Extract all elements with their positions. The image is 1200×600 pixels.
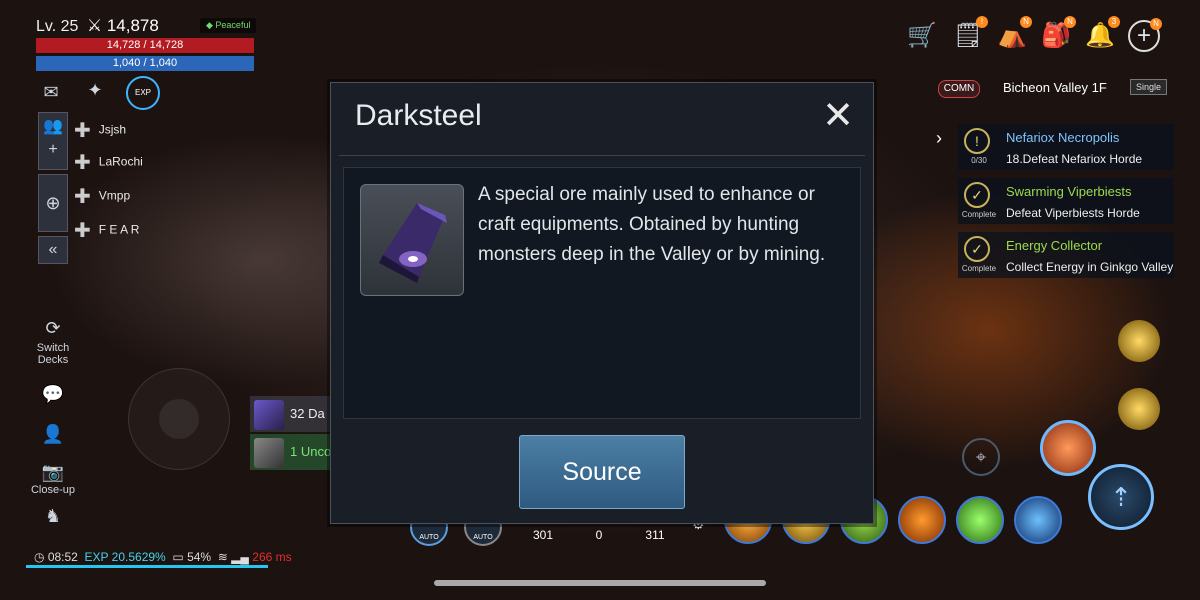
party-search-button[interactable]: ⊕: [38, 174, 68, 232]
camera-icon[interactable]: 📷: [40, 462, 66, 484]
mode-badge: Single: [1130, 79, 1168, 95]
quest-complete-icon: ✓: [964, 182, 990, 208]
item-info-dialog: Darksteel ✕ A special ore mainly used to…: [330, 82, 874, 524]
switch-decks-label: Switch Decks: [36, 342, 70, 366]
quest-expand-icon[interactable]: ›: [936, 128, 942, 149]
party-button[interactable]: 👥 +: [38, 112, 68, 170]
divider: [339, 155, 865, 156]
special-skill-button[interactable]: [1040, 420, 1096, 476]
item-detail-panel: A special ore mainly used to enhance or …: [343, 167, 861, 419]
exp-percent: EXP 20.5629%: [84, 550, 166, 564]
notification-badge: N: [1150, 18, 1162, 30]
character-icon[interactable]: 👤: [40, 424, 66, 446]
quest-desc: Defeat Viperbiests Horde: [1006, 206, 1140, 220]
hp-bar: 14,728 / 14,728: [36, 38, 254, 53]
darksteel-item-icon: [360, 184, 464, 296]
exp-bar: [26, 565, 268, 568]
party-member-3[interactable]: ✚ Vmpp: [74, 184, 130, 209]
target-lock-icon[interactable]: ⌖: [962, 438, 1000, 476]
guild-icon[interactable]: ⛺ N: [996, 16, 1032, 52]
item-description: A special ore mainly used to enhance or …: [478, 184, 826, 265]
cart-icon[interactable]: 🛒: [906, 20, 938, 52]
time: 08:52: [47, 550, 78, 564]
channel-badge[interactable]: COMN: [938, 80, 980, 98]
switch-decks-icon[interactable]: ⟳: [40, 318, 66, 340]
clock-icon: ◷: [34, 550, 45, 564]
quest-status: Complete: [961, 210, 997, 219]
loot-notice: 32 Da: [250, 396, 332, 432]
mail-icon[interactable]: ✉: [38, 82, 64, 104]
item-thumb-icon: [254, 437, 284, 468]
notification-badge: N: [1020, 16, 1032, 28]
skill-slot[interactable]: [1118, 320, 1160, 362]
party-icon: 👥: [43, 118, 63, 135]
wifi-icon: ≋: [217, 550, 228, 564]
skill-slot[interactable]: [898, 496, 946, 544]
joystick-knob[interactable]: [159, 399, 199, 439]
hp-potion-count: 301: [532, 528, 554, 542]
bell-icon[interactable]: 🔔 3: [1084, 16, 1120, 52]
quest-item[interactable]: ✓ Complete Energy Collector Collect Ener…: [958, 232, 1174, 278]
quest-scroll-icon[interactable]: 🗒!: [952, 16, 988, 52]
dialog-title: Darksteel: [355, 99, 482, 132]
signal-icon: ▂▄: [231, 550, 249, 564]
close-up-label: Close-up: [30, 484, 76, 496]
skill-slot[interactable]: [1118, 388, 1160, 430]
skill-slot[interactable]: [1014, 496, 1062, 544]
quest-status: 0/30: [971, 156, 987, 165]
location-name: Bicheon Valley 1F: [1003, 80, 1107, 95]
chat-icon[interactable]: 💬: [40, 384, 66, 406]
notification-badge: N: [1064, 16, 1076, 28]
emote-icon[interactable]: ✦: [82, 80, 108, 102]
party-member-2[interactable]: ✚ LaRochi: [74, 150, 143, 175]
darksteel-thumb-icon: [254, 399, 284, 430]
skill-slot[interactable]: [956, 496, 1004, 544]
notification-badge: 3: [1108, 16, 1120, 28]
quest-desc: Collect Energy in Ginkgo Valley: [1006, 260, 1174, 274]
quest-item[interactable]: ! 0/30 Nefariox Necropolis 18.Defeat Nef…: [958, 124, 1174, 170]
ping: 266 ms: [252, 550, 292, 564]
mp-potion-count: 311: [645, 528, 665, 542]
joystick[interactable]: [128, 368, 230, 470]
quest-item[interactable]: ✓ Complete Swarming Viperbiests Defeat V…: [958, 178, 1174, 224]
status-bar: ◷ 08:52 EXP 20.5629% ▭ 54% ≋ ▂▄ 266 ms: [34, 550, 292, 564]
player-level: Lv. 25 ⚔ 14,878: [36, 16, 159, 35]
exp-boost-icon[interactable]: EXP: [126, 76, 160, 110]
collapse-party-button[interactable]: «: [38, 236, 68, 264]
mp-bar: 1,040 / 1,040: [36, 56, 254, 71]
quest-complete-icon: ✓: [964, 236, 990, 262]
quest-title: Swarming Viperbiests: [1006, 184, 1132, 199]
peaceful-badge: ◆ Peaceful: [200, 18, 257, 33]
quest-desc: 18.Defeat Nefariox Horde: [1006, 152, 1143, 166]
party-member-4[interactable]: ✚ F E A R: [74, 218, 139, 243]
notification-badge: !: [976, 16, 988, 28]
quest-status: Complete: [961, 264, 997, 273]
loot-notice: 1 Unco: [250, 434, 332, 470]
party-member-1[interactable]: ✚ Jsjsh: [74, 118, 126, 143]
search-party-icon: ⊕: [45, 193, 61, 213]
quest-title: Nefariox Necropolis: [1006, 130, 1120, 145]
inventory-icon[interactable]: 🎒 N: [1040, 16, 1076, 52]
plus-icon[interactable]: + N: [1128, 18, 1162, 52]
battery-icon: ▭: [172, 550, 184, 564]
battery: 54%: [187, 550, 212, 564]
quest-title: Energy Collector: [1006, 238, 1103, 253]
quest-alert-icon: !: [964, 128, 990, 154]
attack-button[interactable]: ⇡: [1088, 464, 1154, 530]
home-indicator[interactable]: [434, 580, 766, 586]
source-button[interactable]: Source: [519, 435, 685, 509]
mount-icon[interactable]: ♞: [40, 506, 66, 528]
potion-count: 0: [595, 528, 603, 542]
close-icon[interactable]: ✕: [821, 97, 855, 135]
combat-power: ⚔ 14,878: [86, 16, 159, 35]
